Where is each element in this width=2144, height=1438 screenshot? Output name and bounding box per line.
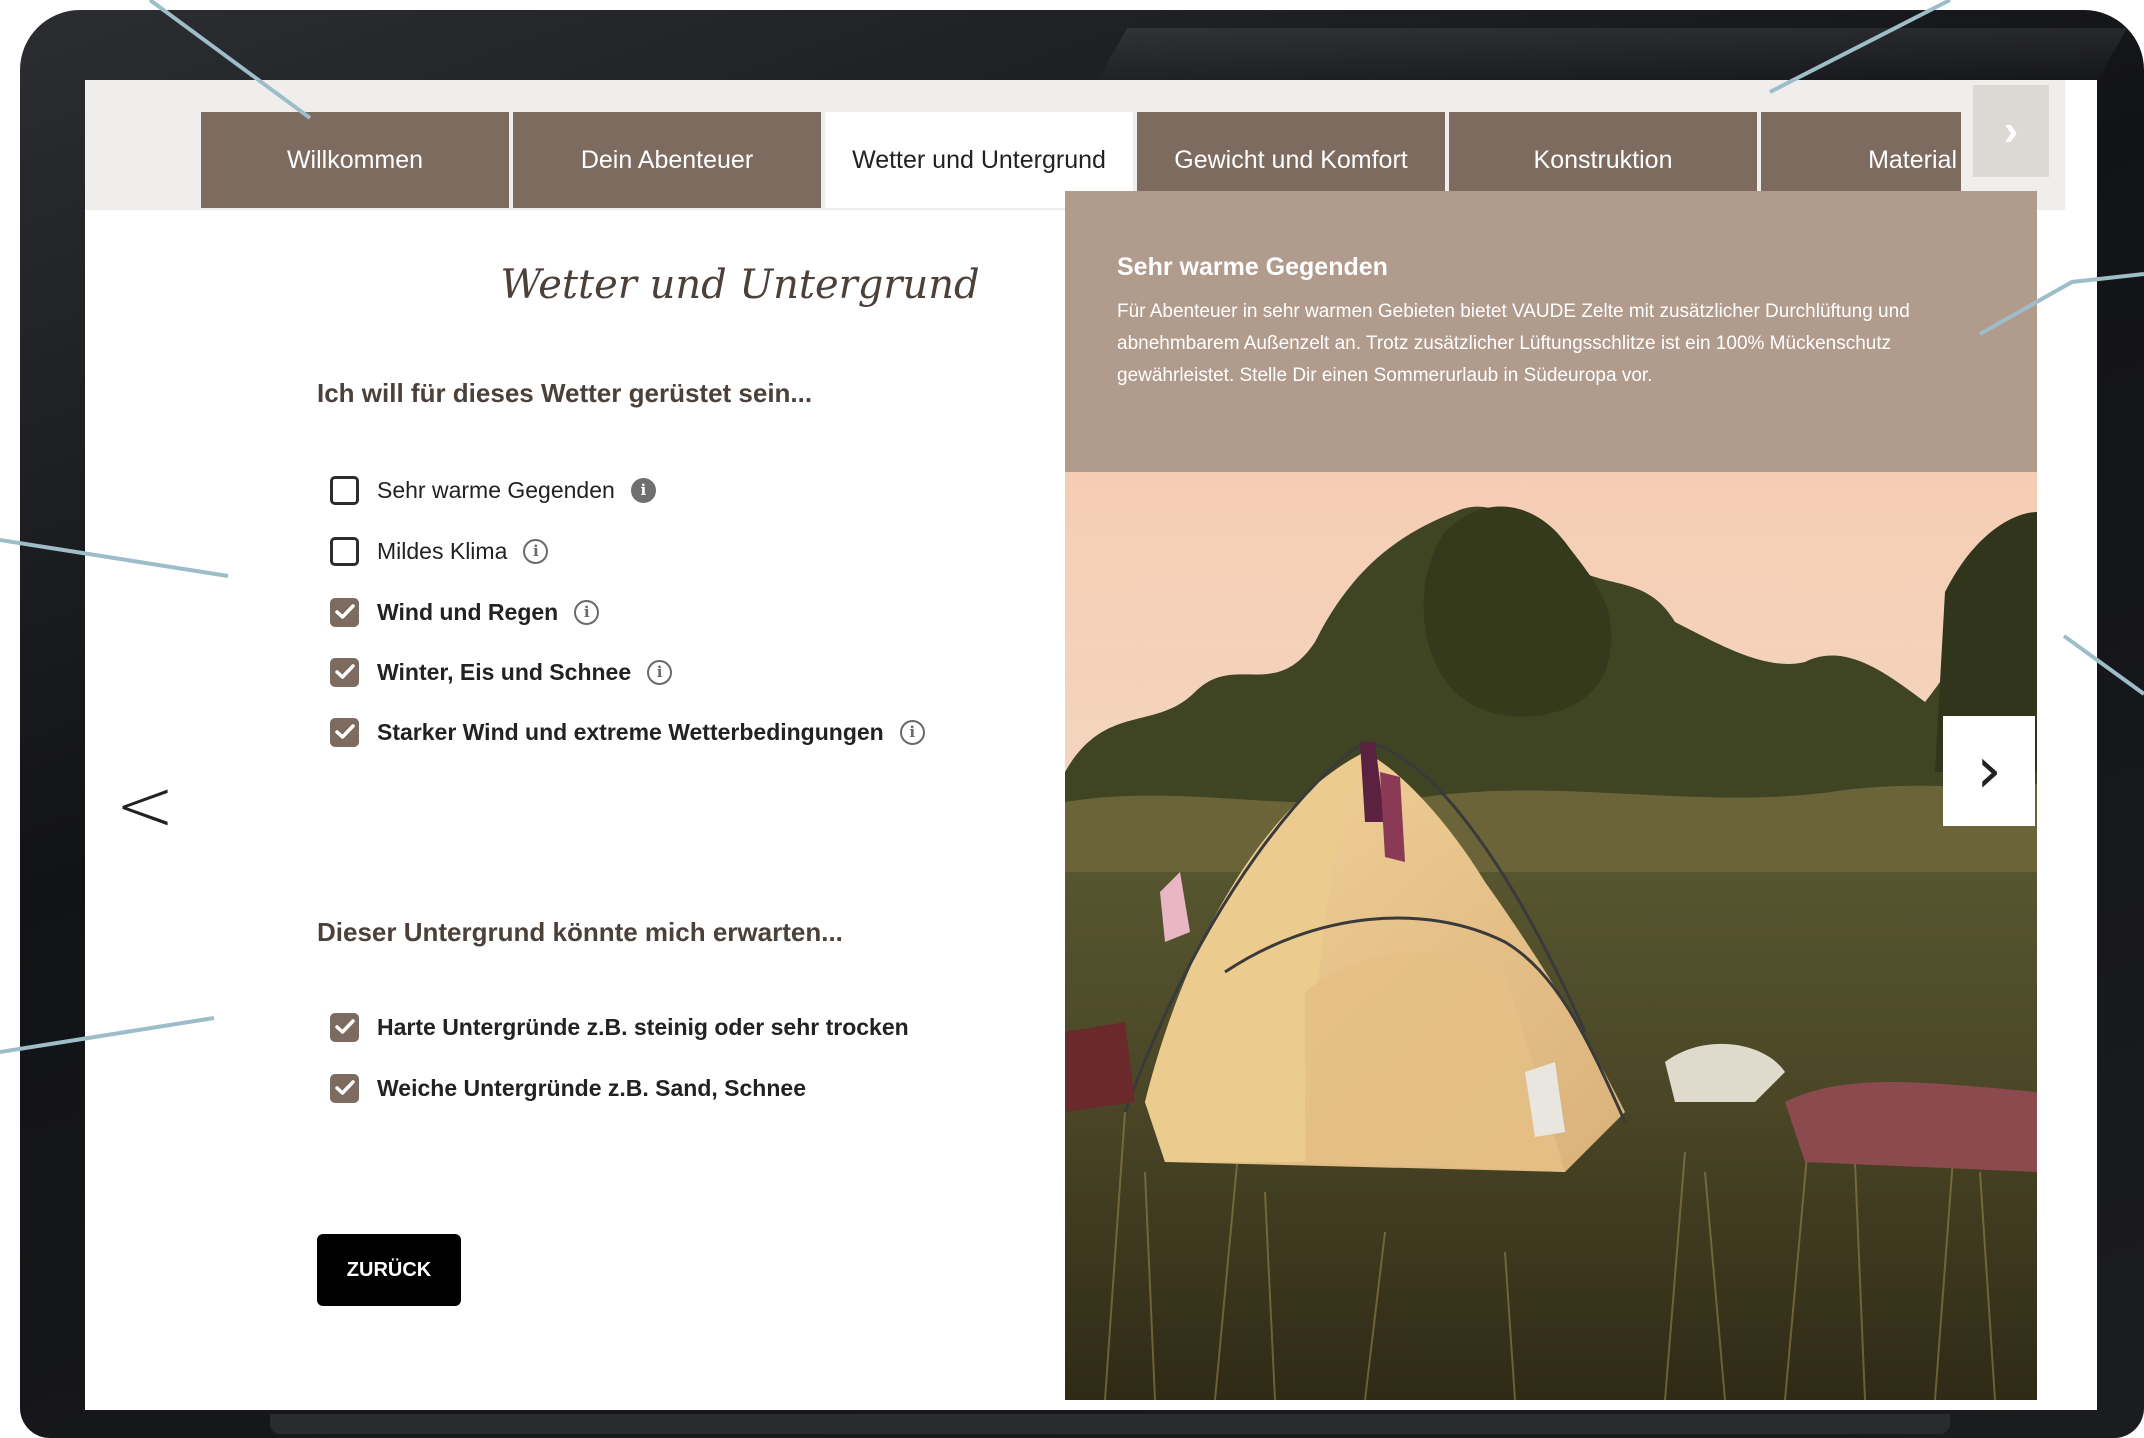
checkmark-icon (334, 1080, 355, 1095)
chevron-right-icon: › (1976, 734, 2002, 808)
page-heading: Wetter und Untergrund (500, 262, 980, 308)
checkbox-checked[interactable] (330, 1012, 359, 1042)
checkmark-icon (334, 724, 355, 739)
option-label: Harte Untergründe z.B. steinig oder sehr… (377, 1013, 909, 1040)
option-label: Starker Wind und extreme Wetterbedingung… (377, 718, 884, 745)
tent-meadow-image (1065, 472, 2037, 1400)
checkmark-icon (334, 1019, 355, 1034)
option-label: Sehr warme Gegenden (377, 476, 615, 503)
option-label: Winter, Eis und Schnee (377, 658, 632, 685)
ground-option[interactable]: Weiche Untergründe z.B. Sand, Schnee (330, 1071, 806, 1105)
info-panel-title: Sehr warme Gegenden (1117, 253, 1388, 281)
checkbox-checked[interactable] (330, 657, 359, 687)
page-content: Wetter und Untergrund Ich will für diese… (0, 0, 2144, 1438)
info-icon[interactable]: i (647, 659, 673, 685)
back-button[interactable]: ZURÜCK (317, 1234, 461, 1306)
checkbox-checked[interactable] (330, 597, 359, 627)
weather-option[interactable]: Wind und Regen i (330, 595, 600, 629)
info-icon[interactable]: i (574, 599, 600, 625)
option-label: Mildes Klima (377, 537, 508, 564)
next-step-arrow[interactable]: › (1943, 716, 2035, 826)
option-label: Weiche Untergründe z.B. Sand, Schnee (377, 1074, 806, 1101)
tent-photo (1065, 472, 2037, 1400)
weather-question: Ich will für dieses Wetter gerüstet sein… (317, 378, 813, 408)
checkmark-icon (334, 604, 355, 619)
weather-option[interactable]: Winter, Eis und Schnee i (330, 655, 673, 689)
checkbox-checked[interactable] (330, 717, 359, 747)
info-icon[interactable]: i (523, 538, 549, 564)
option-label: Wind und Regen (377, 598, 559, 625)
info-icon[interactable]: i (630, 477, 656, 503)
ground-option[interactable]: Harte Untergründe z.B. steinig oder sehr… (330, 1010, 909, 1044)
weather-option[interactable]: Sehr warme Gegenden i (330, 473, 656, 507)
checkmark-icon (334, 664, 355, 679)
checkbox-checked[interactable] (330, 1073, 359, 1103)
weather-option[interactable]: Starker Wind und extreme Wetterbedingung… (330, 715, 925, 749)
checkbox-unchecked[interactable] (330, 536, 359, 566)
checkbox-unchecked[interactable] (330, 475, 359, 505)
info-panel: Sehr warme Gegenden Für Abenteuer in seh… (1065, 191, 2037, 472)
ground-question: Dieser Untergrund könnte mich erwarten..… (317, 917, 843, 947)
info-panel-text: Für Abenteuer in sehr warmen Gebieten bi… (1117, 301, 1910, 386)
info-icon[interactable]: i (899, 719, 925, 745)
weather-option[interactable]: Mildes Klima i (330, 534, 549, 568)
